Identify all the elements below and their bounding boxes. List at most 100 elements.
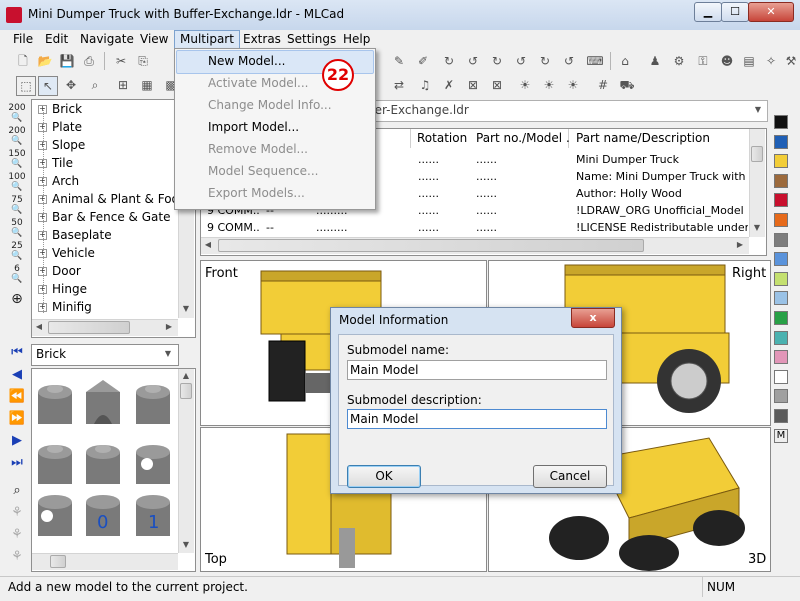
menu-extras[interactable]: Extras xyxy=(238,31,286,48)
expand-plus-icon[interactable]: + xyxy=(38,267,47,276)
close-button[interactable]: ✕ xyxy=(748,2,794,22)
expand-plus-icon[interactable]: + xyxy=(38,159,47,168)
expand-plus-icon[interactable]: + xyxy=(38,195,47,204)
table-scroll-thumb[interactable] xyxy=(751,146,763,162)
rotate-z-icon[interactable]: ↻ xyxy=(488,52,506,70)
multipart-menu-item[interactable]: Export Models... xyxy=(208,182,305,204)
pointer-mode-icon[interactable]: ↖ xyxy=(38,76,58,96)
scroll-right-icon[interactable]: ▶ xyxy=(164,322,174,331)
rotate-y2-icon[interactable]: ↻ xyxy=(536,52,554,70)
tools-icon[interactable]: ⚒ xyxy=(782,52,800,70)
part-thumb-brick-3[interactable] xyxy=(86,445,120,484)
multipart-menu-item[interactable]: New Model... xyxy=(208,50,285,72)
expand-plus-icon[interactable]: + xyxy=(38,285,47,294)
col-header-name[interactable]: Part name/Description xyxy=(570,129,753,148)
light-2-icon[interactable]: ☀ xyxy=(540,76,558,94)
color-swatch[interactable] xyxy=(774,154,788,169)
zoom-icon[interactable]: ⌕ xyxy=(86,76,104,94)
mesh-icon[interactable]: # xyxy=(594,76,612,94)
rotate-x2-icon[interactable]: ↺ xyxy=(512,52,530,70)
part-thumb-round-brick[interactable] xyxy=(136,385,170,424)
color-swatch[interactable] xyxy=(774,232,788,247)
swap-icon[interactable]: ⇄ xyxy=(390,76,408,94)
menu-file[interactable]: File xyxy=(8,31,38,48)
menu-help[interactable]: Help xyxy=(338,31,375,48)
save-file-icon[interactable]: 💾 xyxy=(58,52,76,70)
rotate-y-icon[interactable]: ↺ xyxy=(464,52,482,70)
print-icon[interactable]: ⎙ xyxy=(80,52,98,70)
next-step-icon[interactable]: ▶ xyxy=(8,432,26,452)
multipart-menu-item[interactable]: Remove Model... xyxy=(208,138,308,160)
tree-item[interactable]: + Door xyxy=(38,262,174,280)
zoom-6-icon[interactable]: 6 🔍 xyxy=(8,264,26,284)
zoom-200-icon[interactable]: 200 🔍 xyxy=(8,103,26,123)
tree-item[interactable]: + Baseplate xyxy=(38,226,174,244)
select-mode-icon[interactable]: ⬚ xyxy=(16,76,36,96)
scroll-up-icon[interactable]: ▲ xyxy=(180,371,192,380)
copy-icon[interactable]: ⎘ xyxy=(134,52,152,70)
color-swatch[interactable] xyxy=(774,389,788,404)
multipart-menu-item[interactable]: Change Model Info... xyxy=(208,94,332,116)
tool-b-icon[interactable]: ⚘ xyxy=(8,526,26,546)
bell-icon[interactable]: ♫ xyxy=(416,76,434,94)
delete-icon[interactable]: ✗ xyxy=(440,76,458,94)
building-icon[interactable]: ⌂ xyxy=(616,52,634,70)
color-swatch[interactable] xyxy=(774,369,788,384)
forward-icon[interactable]: ⏩ xyxy=(8,410,26,430)
zoom-fit-icon[interactable]: ⊕ xyxy=(8,290,26,310)
gear-icon[interactable]: ⚙ xyxy=(670,52,688,70)
grid-icon[interactable]: ⊞ xyxy=(114,76,132,94)
chevron-down-icon[interactable]: ▼ xyxy=(162,349,174,358)
tool-c-icon[interactable]: ⚘ xyxy=(8,548,26,568)
zoom-150-icon[interactable]: 150 🔍 xyxy=(8,149,26,169)
move-icon[interactable]: ✥ xyxy=(62,76,80,94)
col-header-partno[interactable]: Part no./Model ... xyxy=(470,129,577,148)
part-thumb-brick-one[interactable]: 1 xyxy=(136,495,170,536)
color-swatch[interactable] xyxy=(774,252,788,267)
light-icon[interactable]: ☀ xyxy=(516,76,534,94)
expand-plus-icon[interactable]: + xyxy=(38,231,47,240)
table-hscroll-thumb[interactable] xyxy=(218,239,644,252)
menu-edit[interactable]: Edit xyxy=(40,31,73,48)
tree-item[interactable]: + Tile xyxy=(38,154,174,172)
more-colors-button[interactable]: M xyxy=(774,428,788,443)
part-thumb-brick-pattern[interactable] xyxy=(38,495,72,536)
person-icon[interactable]: ♟ xyxy=(646,52,664,70)
menu-multipart[interactable]: Multipart xyxy=(174,30,240,49)
tree-item[interactable]: + Bar & Fence & Gate xyxy=(38,208,174,226)
expand-plus-icon[interactable]: + xyxy=(38,303,47,312)
rewind-icon[interactable]: ⏪ xyxy=(8,388,26,408)
tree-scroll-thumb[interactable] xyxy=(48,321,130,334)
open-file-icon[interactable]: 📂 xyxy=(36,52,54,70)
color-swatch[interactable] xyxy=(774,134,788,149)
car-icon[interactable]: ⛟ xyxy=(618,76,636,94)
zoom-75-icon[interactable]: 75 🔍 xyxy=(8,195,26,215)
preview-hscroll-thumb[interactable] xyxy=(50,555,66,568)
scroll-down-icon[interactable]: ▼ xyxy=(751,223,763,232)
submodel-name-input[interactable] xyxy=(347,360,607,380)
color-swatch[interactable] xyxy=(774,193,788,208)
dialog-close-button[interactable]: x xyxy=(571,308,615,328)
menu-settings[interactable]: Settings xyxy=(282,31,341,48)
minimize-button[interactable]: ▁ xyxy=(694,2,722,22)
maximize-button[interactable]: ☐ xyxy=(721,2,749,22)
tool-a-icon[interactable]: ⚘ xyxy=(8,504,26,524)
zoom-50-icon[interactable]: 50 🔍 xyxy=(8,218,26,238)
color-swatch[interactable] xyxy=(774,330,788,345)
color-swatch[interactable] xyxy=(774,409,788,423)
key-icon[interactable]: ⚿ xyxy=(694,52,712,70)
expand-plus-icon[interactable]: + xyxy=(38,249,47,258)
part-thumb-brick-2[interactable] xyxy=(38,445,72,484)
part-thumb-brick-zero[interactable]: 0 xyxy=(86,495,120,536)
light-3-icon[interactable]: ☀ xyxy=(564,76,582,94)
last-step-icon[interactable]: ⏭ xyxy=(8,454,26,474)
expand-plus-icon[interactable]: + xyxy=(38,123,47,132)
ok-button[interactable]: OK xyxy=(347,465,421,488)
tree-item[interactable]: + Plate xyxy=(38,118,174,136)
expand-plus-icon[interactable]: + xyxy=(38,177,47,186)
grid-fine-icon[interactable]: ▦ xyxy=(138,76,156,94)
scroll-left-icon[interactable]: ◀ xyxy=(34,322,44,331)
tree-item[interactable]: + Hinge xyxy=(38,280,174,298)
color-swatch[interactable] xyxy=(774,311,788,325)
color-swatch[interactable] xyxy=(774,115,788,129)
